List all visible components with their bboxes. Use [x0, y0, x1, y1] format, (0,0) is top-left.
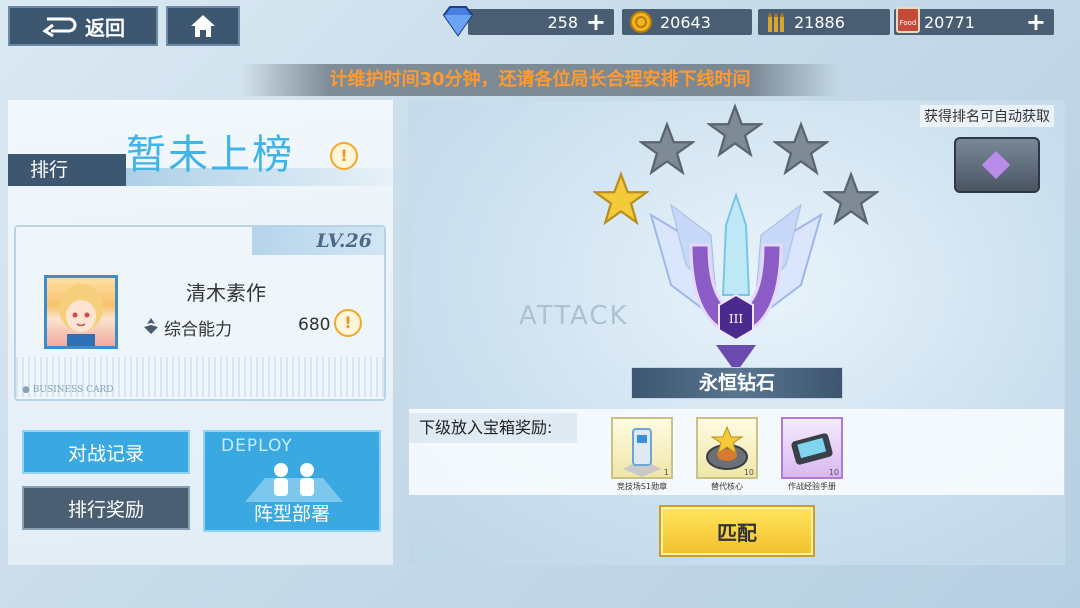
business-card-label: ● BUSINESS CARD: [22, 385, 114, 395]
food-icon: Food: [896, 7, 920, 33]
rank-reward-label: 排行奖励: [67, 498, 144, 521]
reward-chest-icon[interactable]: [954, 137, 1040, 193]
rank-star-icon: [707, 103, 763, 158]
level-badge: LV.26: [252, 227, 384, 255]
item-count: 1: [663, 468, 669, 477]
rank-info-icon[interactable]: !: [330, 142, 358, 170]
avatar-portrait-icon: [59, 284, 103, 346]
coin-value: 20643: [660, 12, 711, 32]
home-button[interactable]: [166, 6, 240, 46]
rank-tab: 排行: [8, 154, 126, 186]
diamond-counter: 258 +: [442, 6, 614, 37]
chest-gem: [981, 150, 1011, 180]
arena-panel: ATTACK 获得排名可自动获取 III 永恒钻石 下级放入宝箱奖励: 1 竞技…: [408, 100, 1065, 565]
back-button[interactable]: 返回: [8, 6, 158, 46]
maintenance-notice: 计维护时间30分钟，还请各位局长合理安排下线时间: [240, 64, 840, 96]
deploy-label: 阵型部署: [253, 503, 330, 525]
diamond-icon: [442, 6, 474, 37]
player-name: 清木素作: [186, 281, 266, 305]
avatar[interactable]: [44, 275, 118, 349]
food-icon-label: Food: [899, 19, 917, 27]
rank-star-icon: [773, 121, 829, 176]
rank-star-icon: [639, 121, 695, 176]
coin-counter: 20643: [622, 9, 752, 35]
auto-get-hint: 获得排名可自动获取: [920, 105, 1054, 127]
rank-numeral: III: [729, 312, 743, 326]
attack-watermark: ATTACK: [519, 301, 629, 331]
rank-reward-button[interactable]: 排行奖励: [22, 486, 190, 530]
power-label: 综合能力: [164, 320, 232, 340]
home-icon: [191, 15, 215, 37]
food-add-button[interactable]: +: [1026, 9, 1046, 35]
rank-name: 永恒钻石: [631, 367, 843, 399]
deploy-en-label: DEPLOY: [221, 436, 293, 456]
power-info-icon[interactable]: !: [334, 309, 362, 337]
item-name: 作战经验手册: [788, 482, 836, 491]
item-count: 10: [743, 468, 754, 477]
reward-item[interactable]: 10: [696, 417, 758, 479]
reward-item[interactable]: 10: [781, 417, 843, 479]
match-button[interactable]: 匹配: [661, 507, 813, 555]
power-value: 680: [298, 315, 331, 335]
item-name: 竞技场S1勋章: [616, 482, 668, 491]
diamond-rank-emblem-icon: III: [649, 191, 823, 373]
diamond-value: 258: [547, 12, 578, 32]
medal-stand-icon: [623, 428, 661, 477]
formation-icon: [245, 463, 343, 502]
item-name: 替代核心: [711, 482, 743, 491]
ammo-icon: [768, 12, 784, 32]
diamond-add-button[interactable]: +: [586, 9, 606, 35]
back-label: 返回: [85, 15, 125, 40]
item-count: 10: [828, 468, 839, 477]
battle-record-label: 对战记录: [67, 442, 144, 465]
reward-item[interactable]: 1: [611, 417, 673, 479]
coin-icon: [630, 11, 652, 33]
ammo-counter: 21886: [758, 9, 890, 35]
back-arrow-icon: [42, 17, 77, 37]
power-icon: [144, 318, 158, 334]
reward-label: 下级放入宝箱奖励:: [409, 413, 577, 443]
rank-status-title: 暂未上榜: [126, 132, 294, 178]
rank-panel: 排行 暂未上榜 ! LV.26 清木素作 综合能力 680 ! ● BUSINE…: [8, 100, 393, 565]
business-card: LV.26 清木素作 综合能力 680 ! ● BUSINESS CARD: [14, 225, 386, 401]
battle-record-button[interactable]: 对战记录: [22, 430, 190, 474]
ammo-value: 21886: [794, 12, 845, 32]
food-value: 20771: [924, 12, 975, 32]
match-label: 匹配: [717, 520, 757, 545]
deploy-button[interactable]: DEPLOY 阵型部署: [203, 430, 381, 532]
reward-bar: 下级放入宝箱奖励: 1 竞技场S1勋章 10 替代核心 10 作战经验手册: [409, 409, 1064, 495]
food-counter: Food 20771 +: [894, 7, 1054, 35]
